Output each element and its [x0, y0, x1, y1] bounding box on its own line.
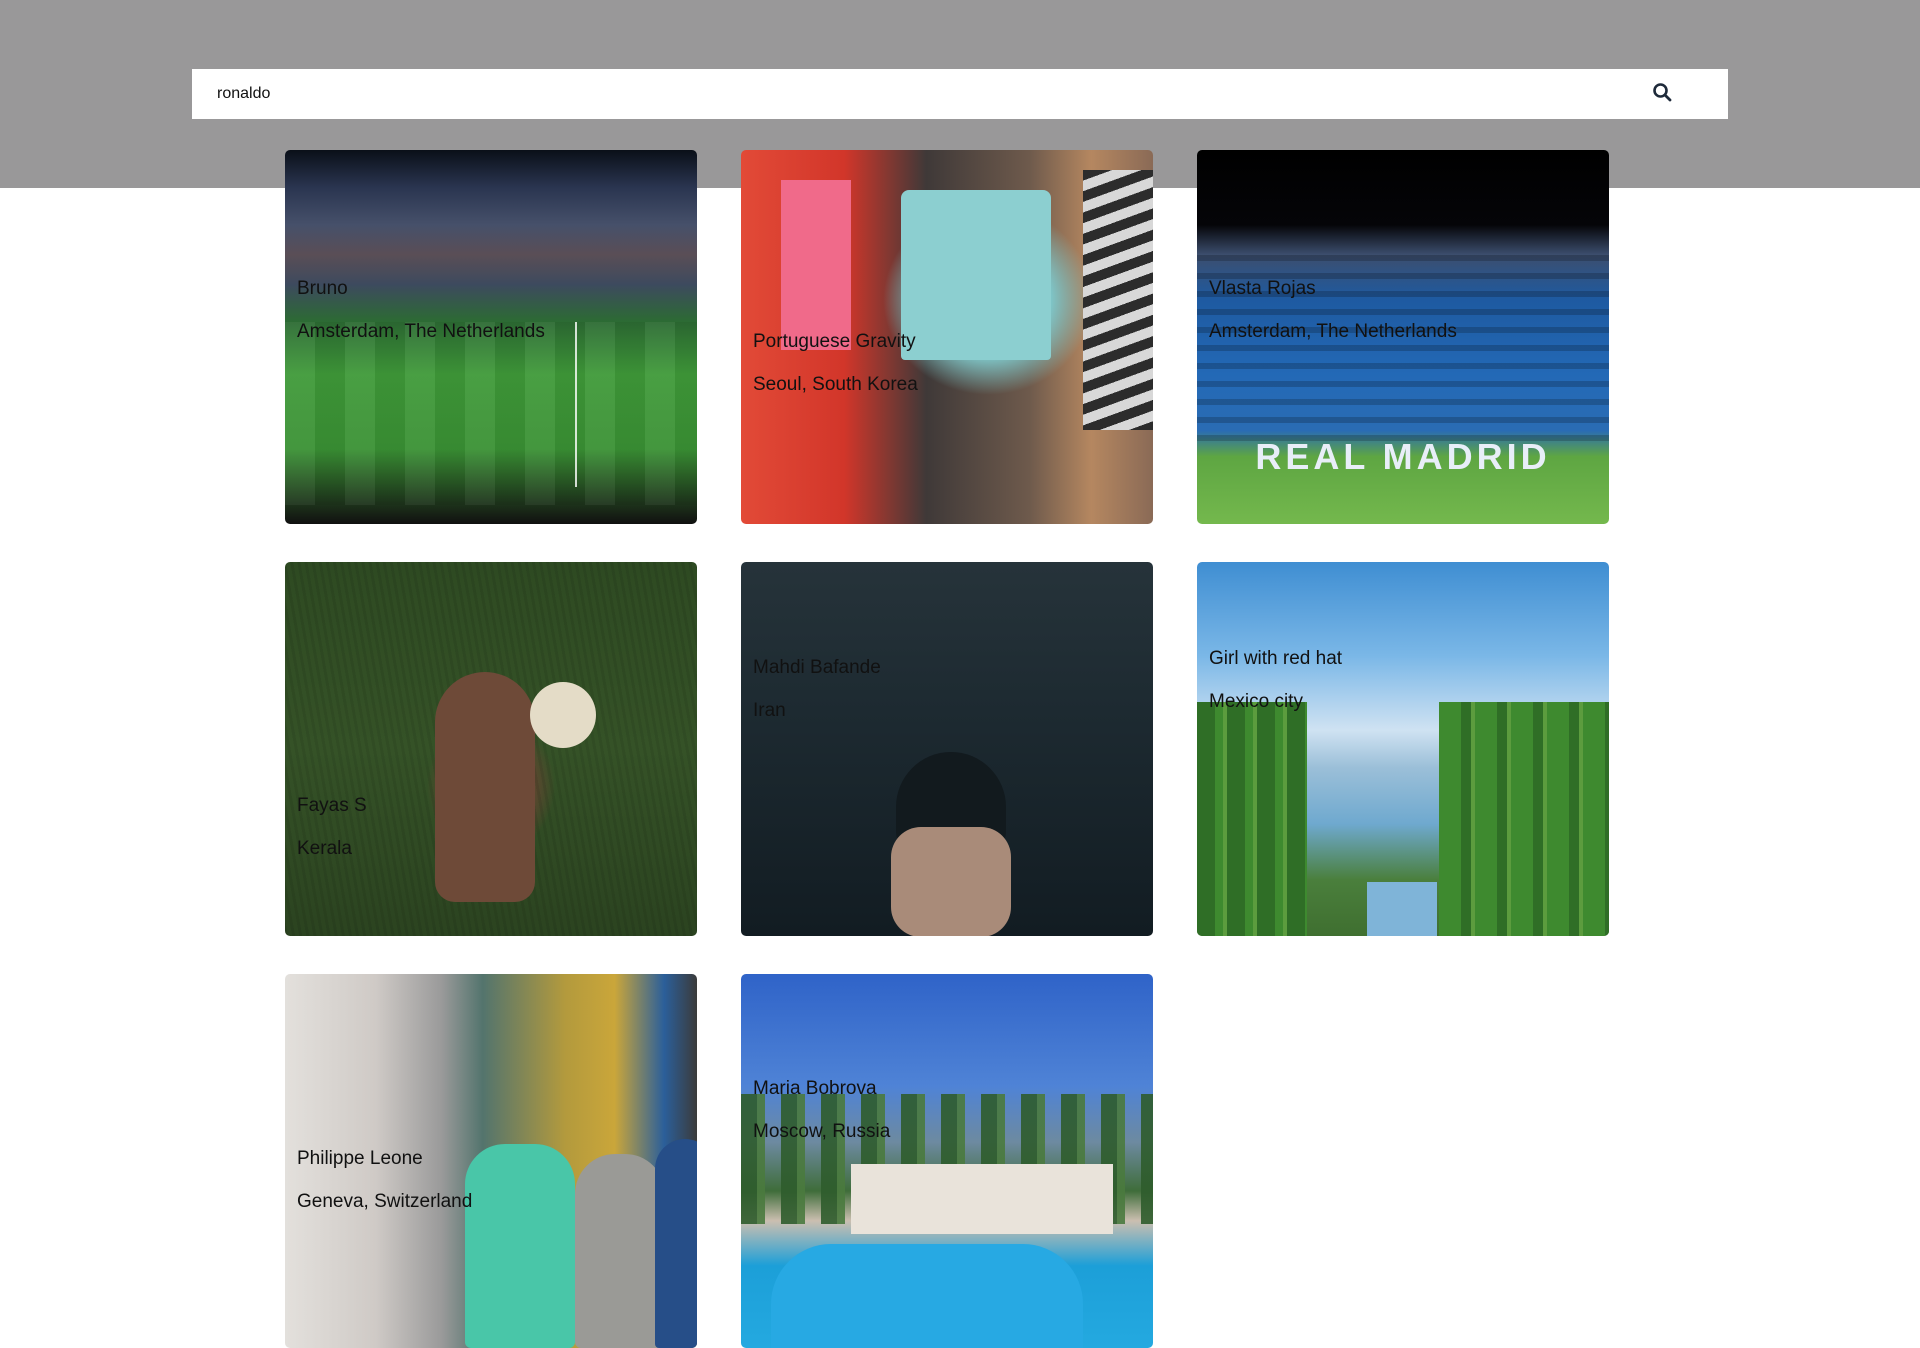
card-author: Bruno	[297, 278, 348, 299]
card-author: Girl with red hat	[1209, 648, 1343, 669]
photo-grid: Bruno Amsterdam, The Netherlands Portugu…	[0, 0, 1920, 1348]
card-author: Mahdi Bafande	[753, 657, 881, 678]
card-location: Amsterdam, The Netherlands	[1209, 321, 1457, 342]
card-location: Kerala	[297, 838, 352, 859]
photo-card[interactable]: Mahdi Bafande Iran	[741, 562, 1153, 936]
cypress-garden-photo	[1197, 562, 1609, 936]
card-location: Moscow, Russia	[753, 1121, 891, 1142]
card-author: Portuguese Gravity	[753, 331, 916, 352]
card-location: Mexico city	[1209, 691, 1303, 712]
photo-card[interactable]: Maria Bobrova Moscow, Russia	[741, 974, 1153, 1348]
grass-football-photo	[285, 562, 697, 936]
card-author: Fayas S	[297, 795, 367, 816]
photo-card[interactable]: Bruno Amsterdam, The Netherlands	[285, 150, 697, 524]
card-location: Seoul, South Korea	[753, 374, 918, 395]
photo-card[interactable]: Fayas S Kerala	[285, 562, 697, 936]
card-location: Iran	[753, 700, 786, 721]
card-author: Maria Bobrova	[753, 1078, 877, 1099]
card-author: Philippe Leone	[297, 1148, 423, 1169]
resort-pool-photo	[741, 974, 1153, 1348]
card-location: Geneva, Switzerland	[297, 1191, 473, 1212]
dark-portrait-photo	[741, 562, 1153, 936]
photo-card[interactable]: Philippe Leone Geneva, Switzerland	[285, 974, 697, 1348]
card-author: Vlasta Rojas	[1209, 278, 1316, 299]
photo-card[interactable]: REAL MADRID Vlasta Rojas Amsterdam, The …	[1197, 150, 1609, 524]
photo-card[interactable]: Girl with red hat Mexico city	[1197, 562, 1609, 936]
card-location: Amsterdam, The Netherlands	[297, 321, 545, 342]
photo-card[interactable]: Portuguese Gravity Seoul, South Korea	[741, 150, 1153, 524]
